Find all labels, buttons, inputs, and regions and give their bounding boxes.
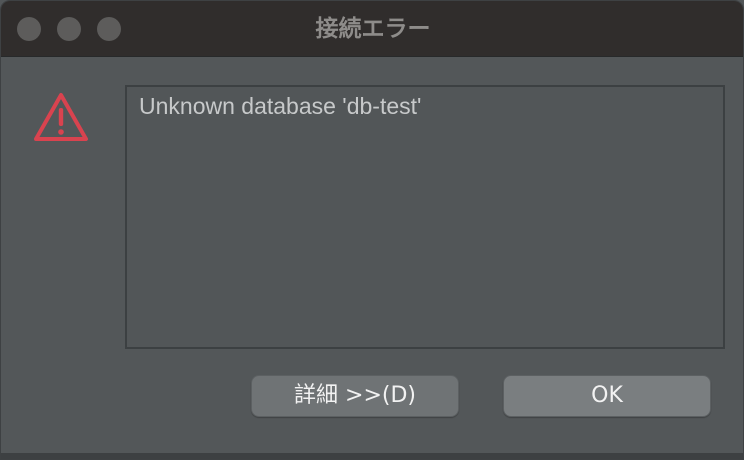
- details-button[interactable]: 詳細 >>(D): [251, 375, 459, 417]
- error-message: Unknown database 'db-test': [139, 93, 422, 119]
- title-bar[interactable]: 接続エラー: [1, 1, 743, 57]
- warning-icon: [34, 93, 88, 141]
- window-bottom-edge: [1, 453, 743, 459]
- error-dialog-window: 接続エラー Unknown database 'db-test' 詳細 >>(D…: [0, 0, 744, 460]
- message-box: Unknown database 'db-test': [125, 85, 725, 349]
- ok-button[interactable]: OK: [503, 375, 711, 417]
- window-title: 接続エラー: [315, 16, 431, 42]
